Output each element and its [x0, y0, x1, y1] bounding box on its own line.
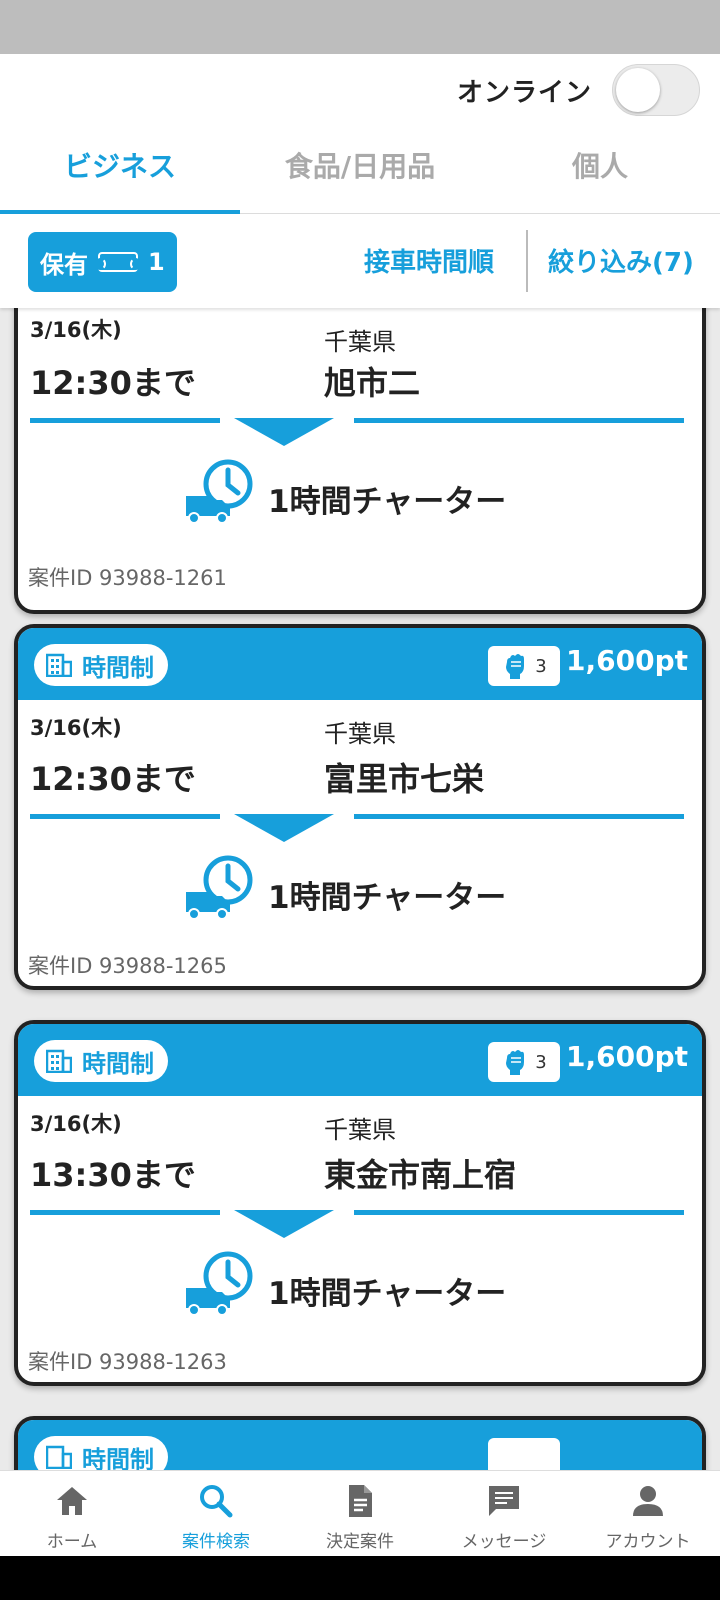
online-label: オンライン	[456, 78, 592, 108]
building-icon	[46, 653, 72, 677]
building-icon	[46, 1049, 72, 1073]
pricing-type-label: 時間制	[82, 653, 154, 682]
job-city: 旭市二	[324, 364, 421, 402]
pricing-type-label: 時間制	[82, 1049, 154, 1078]
job-deadline: 12:30まで	[30, 760, 196, 798]
nav-label: 案件検索	[182, 1532, 250, 1552]
card-header: 時間制	[18, 1420, 702, 1470]
service-type: 1時間チャーター	[268, 484, 507, 520]
job-date: 3/16(木)	[30, 716, 122, 740]
pricing-type-badge: 時間制	[34, 644, 168, 686]
divider-line	[30, 1210, 220, 1215]
divider-line	[30, 814, 220, 819]
ticket-icon	[95, 252, 141, 272]
nav-label: 決定案件	[326, 1532, 394, 1552]
case-id: 案件ID 93988-1265	[28, 954, 227, 978]
job-card[interactable]: 時間制 3 1,600pt 3/16(木) 12:30まで 千葉県 富里市七栄	[14, 624, 706, 990]
document-icon	[349, 1485, 372, 1517]
nav-label: アカウント	[605, 1532, 691, 1552]
card-header: 時間制 3 1,600pt	[18, 628, 702, 700]
fist-badge: 3	[488, 646, 560, 686]
arrow-down-icon	[234, 418, 334, 446]
divider-line	[30, 418, 220, 423]
service-type: 1時間チャーター	[268, 1276, 507, 1312]
toggle-knob	[616, 68, 660, 112]
building-icon	[46, 1445, 72, 1469]
tab-business[interactable]: ビジネス	[0, 134, 240, 214]
truck-clock-icon	[186, 855, 253, 920]
fist-count: 3	[535, 655, 547, 677]
job-date: 3/16(木)	[30, 318, 122, 342]
arrow-down-icon	[234, 814, 334, 842]
pricing-type-badge: 時間制	[34, 1436, 168, 1470]
nav-account[interactable]: アカウント	[576, 1471, 720, 1557]
job-city: 東金市南上宿	[324, 1156, 517, 1194]
search-icon	[200, 1485, 233, 1518]
job-city: 富里市七栄	[324, 760, 485, 798]
nav-label: メッセージ	[461, 1532, 547, 1552]
account-icon	[633, 1486, 663, 1516]
case-id: 案件ID 93988-1261	[28, 566, 227, 590]
status-bar	[0, 0, 720, 54]
category-tabs: ビジネス 食品/日用品 個人	[0, 134, 720, 214]
message-icon	[489, 1486, 519, 1516]
fist-icon	[506, 654, 525, 679]
filter-divider	[526, 230, 528, 292]
home-icon	[57, 1487, 87, 1515]
card-header: 時間制 3 1,600pt	[18, 1024, 702, 1096]
fist-icon	[506, 1050, 525, 1075]
reward-points: 1,600pt	[566, 644, 688, 677]
job-deadline: 13:30まで	[30, 1156, 196, 1194]
online-toggle[interactable]	[612, 64, 700, 116]
job-card[interactable]: 時間制 3 1,600pt 3/16(木) 13:30まで 千葉県 東金市南上宿	[14, 1020, 706, 1386]
nav-messages[interactable]: メッセージ	[432, 1471, 576, 1557]
job-prefecture: 千葉県	[324, 328, 396, 356]
case-id: 案件ID 93988-1263	[28, 1350, 227, 1374]
owned-tickets-button[interactable]: 保有 1	[28, 232, 177, 292]
tab-personal[interactable]: 個人	[480, 134, 720, 214]
divider-line	[354, 1210, 684, 1215]
job-list[interactable]: 3/16(木) 12:30まで 千葉県 旭市二 1時間チャーター 案件ID 93…	[0, 308, 720, 1470]
nav-home[interactable]: ホーム	[0, 1471, 144, 1557]
pricing-type-badge: 時間制	[34, 1040, 168, 1082]
service-type: 1時間チャーター	[268, 880, 507, 916]
nav-label: ホーム	[46, 1532, 98, 1552]
owned-count: 1	[148, 248, 165, 276]
job-card[interactable]: 3/16(木) 12:30まで 千葉県 旭市二 1時間チャーター 案件ID 93…	[14, 308, 706, 614]
filter-bar: 保有 1 接車時間順 絞り込み(7)	[0, 214, 720, 308]
job-prefecture: 千葉県	[324, 720, 396, 748]
job-card[interactable]: 時間制	[14, 1416, 706, 1470]
divider-line	[354, 418, 684, 423]
owned-label: 保有	[40, 250, 88, 279]
job-date: 3/16(木)	[30, 1112, 122, 1136]
system-navigation-bar	[0, 1556, 720, 1600]
pricing-type-label: 時間制	[82, 1445, 154, 1471]
nav-decided[interactable]: 決定案件	[288, 1471, 432, 1557]
job-prefecture: 千葉県	[324, 1116, 396, 1144]
bottom-nav: ホーム 案件検索 決定案件 メッセージ アカウント	[0, 1470, 720, 1556]
fist-badge	[488, 1438, 560, 1470]
job-deadline: 12:30まで	[30, 364, 196, 402]
nav-search[interactable]: 案件検索	[144, 1471, 288, 1557]
header: オンライン ビジネス 食品/日用品 個人	[0, 54, 720, 214]
filter-button[interactable]: 絞り込み(7)	[548, 242, 694, 279]
truck-clock-icon	[186, 1251, 253, 1316]
divider-line	[354, 814, 684, 819]
fist-badge: 3	[488, 1042, 560, 1082]
fist-count: 3	[535, 1051, 547, 1073]
reward-points: 1,600pt	[566, 1040, 688, 1073]
arrow-down-icon	[234, 1210, 334, 1238]
truck-clock-icon	[186, 459, 253, 524]
sort-button[interactable]: 接車時間順	[364, 242, 494, 279]
tab-food-daily[interactable]: 食品/日用品	[240, 134, 480, 214]
